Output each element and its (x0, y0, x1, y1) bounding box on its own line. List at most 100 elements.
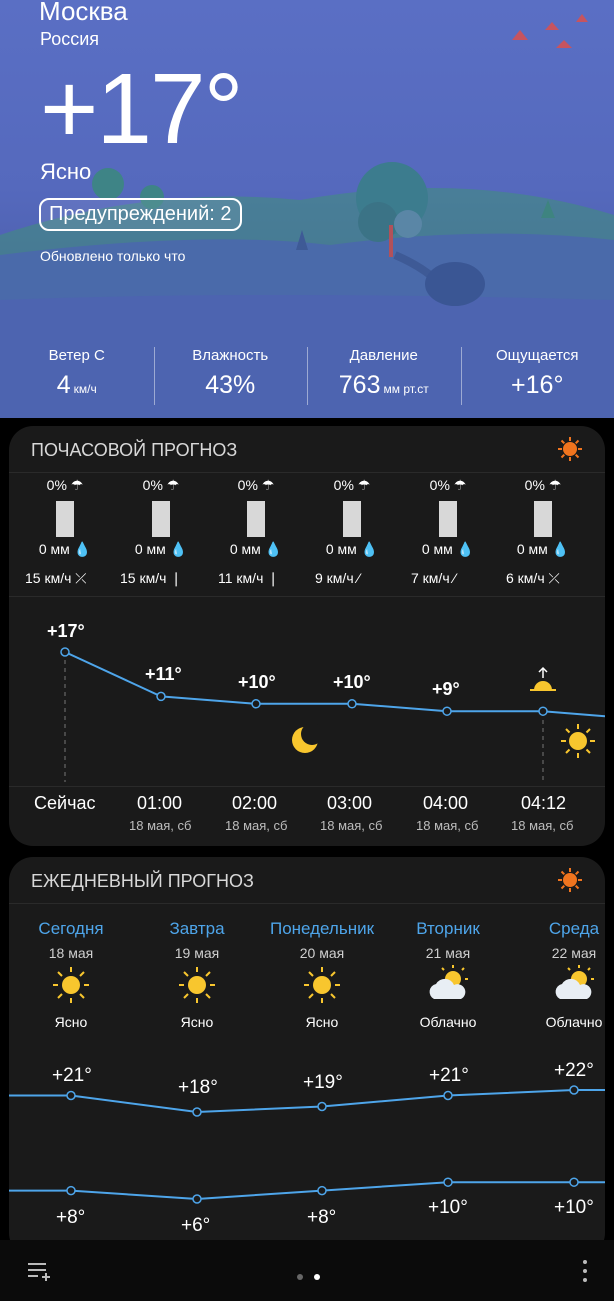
partly-cloudy-icon (555, 965, 594, 999)
day-low: +10° (428, 1197, 468, 1218)
low-point (443, 1177, 453, 1187)
day-condition: Ясно (305, 1014, 339, 1030)
wind-direction-icon: ⁄ (453, 570, 456, 586)
city-name[interactable]: Москва (39, 0, 128, 27)
stat-pressure: Давление 763 мм рт.ст (307, 345, 461, 407)
stat-label: Ветер С (48, 347, 105, 364)
precip-chance: 0% (142, 477, 163, 493)
hour-temp: +9° (432, 679, 460, 699)
umbrella-icon: ☂ (357, 477, 371, 493)
hour-time: Сейчас (34, 793, 96, 813)
day-column[interactable]: Завтра 19 мая Ясно (137, 919, 257, 1030)
day-low: +6° (181, 1215, 211, 1236)
provider-sun-icon[interactable] (557, 867, 583, 893)
day-high: +21° (429, 1065, 469, 1086)
current-stats: Ветер С 4 км/ч Влажность 43% Давление 763… (0, 345, 614, 407)
stat-value: 43% (205, 371, 256, 399)
daily-title: ЕЖЕДНЕВНЫЙ ПРОГНОЗ (31, 871, 254, 891)
day-low: +10° (554, 1197, 594, 1218)
stat-label: Влажность (192, 347, 269, 364)
page-dot-active[interactable] (314, 1274, 320, 1280)
precip-bar (534, 501, 552, 537)
day-low: +8° (56, 1207, 86, 1228)
sun-icon (561, 724, 595, 758)
day-column[interactable]: Вторник 21 мая Облачно (388, 919, 508, 1030)
updated-status: Обновлено только что (40, 248, 186, 264)
umbrella-icon: ☂ (548, 477, 562, 493)
stat-feels-like: Ощущается +16° (460, 345, 614, 407)
droplet-icon: 💧 (456, 541, 475, 557)
day-name: Среда (548, 919, 600, 938)
droplet-icon: 💧 (551, 541, 570, 557)
high-point (569, 1085, 579, 1095)
day-name: Сегодня (38, 919, 104, 938)
day-condition: Облачно (545, 1014, 603, 1030)
day-name: Понедельник (269, 919, 375, 938)
hour-date: 18 мая, сб (511, 818, 574, 833)
provider-sun-icon[interactable] (557, 436, 583, 462)
precip-bar (152, 501, 170, 537)
hour-time: 03:00 (327, 793, 373, 813)
umbrella-icon: ☂ (261, 477, 275, 493)
hour-point (442, 706, 452, 716)
wind-direction-icon: ⤫ (548, 570, 560, 586)
day-high: +18° (178, 1077, 218, 1098)
high-point (443, 1090, 453, 1101)
stat-label: Давление (349, 347, 418, 364)
droplet-icon: 💧 (264, 541, 283, 557)
day-high: +21° (52, 1065, 92, 1086)
hour-date: 18 мая, сб (225, 818, 288, 833)
list-add-icon[interactable] (26, 1259, 52, 1283)
wind-speed: 15 км/ч (120, 570, 167, 586)
warnings-button[interactable]: Предупреждений: 2 (39, 198, 242, 231)
stat-unit: мм рт.ст (383, 382, 429, 396)
high-point (317, 1101, 327, 1112)
wind-direction-icon: ⤫ (75, 570, 87, 586)
day-name: Вторник (416, 919, 480, 938)
hour-date: 18 мая, сб (129, 818, 192, 833)
precip-amount: 0 мм (134, 541, 166, 557)
precip-chance: 0% (429, 477, 450, 493)
hour-time: 01:00 (137, 793, 183, 813)
sun-icon (304, 967, 340, 1003)
precip-chance: 0% (237, 477, 258, 493)
wind-speed: 6 км/ч (506, 570, 545, 586)
hourly-temperature-chart (60, 647, 605, 782)
hour-temp: +11° (145, 664, 182, 684)
hour-point (347, 699, 357, 709)
hour-point (156, 691, 166, 702)
day-condition: Облачно (419, 1014, 477, 1030)
day-name: Завтра (169, 919, 225, 938)
hour-column: 0% ☂ 0 мм 💧 (208, 477, 304, 558)
stat-humidity: Влажность 43% (153, 345, 308, 407)
wind-direction-icon: ⁄ (357, 570, 360, 586)
precip-bar (56, 501, 74, 537)
sun-icon (53, 967, 89, 1003)
day-date: 20 мая (299, 945, 345, 961)
bottom-bar (0, 1240, 614, 1301)
hour-column: 0% ☂ 0 мм 💧 (17, 477, 113, 558)
sun-icon (179, 967, 215, 1003)
hour-temp: +17° (47, 621, 85, 641)
day-column[interactable]: Понедельник 20 мая Ясно (262, 919, 382, 1030)
daily-forecast-card[interactable]: ЕЖЕДНЕВНЫЙ ПРОГНОЗ Сегодня 18 мая Ясно З… (9, 857, 605, 1257)
hour-date: 18 мая, сб (416, 818, 479, 833)
precip-amount: 0 мм (516, 541, 548, 557)
hourly-forecast-card[interactable]: ПОЧАСОВОЙ ПРОГНОЗ 0% ☂ 0 мм 💧 0% ☂ 0 мм … (9, 426, 605, 846)
stat-label: Ощущается (495, 347, 579, 364)
stat-wind: Ветер С 4 км/ч (0, 345, 154, 407)
day-date: 22 мая (551, 945, 597, 961)
day-column[interactable]: Сегодня 18 мая Ясно (11, 919, 131, 1030)
umbrella-icon: ☂ (453, 477, 467, 493)
hour-date: 18 мая, сб (320, 818, 383, 833)
current-temperature: +17° (40, 53, 244, 165)
hour-temp: +10° (238, 672, 276, 692)
more-vert-icon[interactable] (580, 1259, 590, 1283)
low-point (317, 1185, 327, 1196)
page-dot[interactable] (297, 1274, 303, 1280)
high-point (66, 1090, 76, 1101)
low-point (66, 1185, 76, 1196)
day-date: 21 мая (425, 945, 471, 961)
day-column[interactable]: Среда 22 мая Облачно (514, 919, 605, 1030)
hour-time: 04:12 (521, 793, 567, 813)
